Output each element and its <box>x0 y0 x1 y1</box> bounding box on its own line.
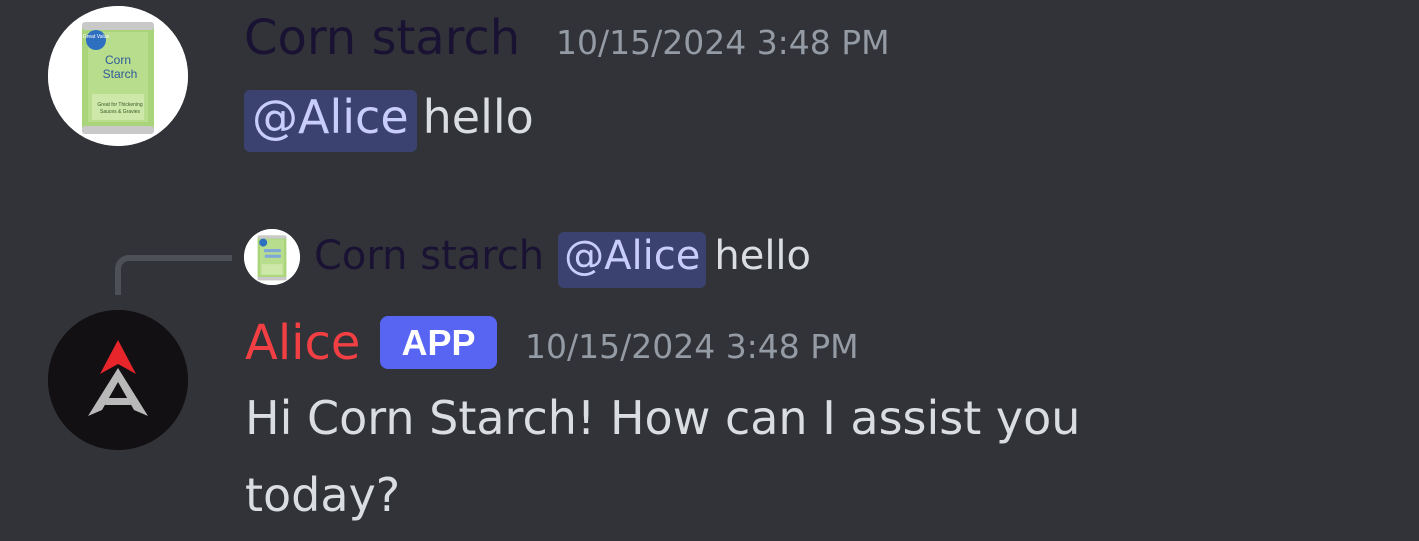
reply-message-text[interactable]: hello <box>714 233 811 279</box>
product-name-line1: Corn <box>105 53 131 67</box>
product-tagline-line1: Great for Thickening <box>97 102 142 108</box>
message-text: Hi Corn Starch! How can I assist you tod… <box>245 391 1081 522</box>
product-name-line2: Starch <box>103 67 138 81</box>
reply-user-mention[interactable]: @Alice <box>558 232 707 288</box>
message-author-corn-starch[interactable]: Corn starch <box>244 14 520 62</box>
message-author-alice[interactable]: Alice <box>245 319 360 367</box>
chat-messages: Great Value Corn Starch Great for Thicke… <box>0 0 1419 541</box>
message-timestamp[interactable]: 10/15/2024 3:48 PM <box>525 330 859 363</box>
message-content: @Alice hello <box>244 90 534 152</box>
message-text: hello <box>422 90 534 144</box>
product-tagline-line2: Sauces & Gravies <box>100 109 141 115</box>
alice-a-logo-icon <box>48 310 188 450</box>
reply-preview[interactable]: Corn starch @Alice hello <box>314 232 811 288</box>
app-badge: APP <box>380 316 497 369</box>
corn-starch-can-icon <box>244 229 300 285</box>
message-timestamp[interactable]: 10/15/2024 3:48 PM <box>556 26 890 59</box>
user-mention[interactable]: @Alice <box>244 90 417 152</box>
reply-author-avatar[interactable] <box>244 229 300 285</box>
corn-starch-can-icon: Great Value Corn Starch Great for Thicke… <box>48 6 188 146</box>
alice-avatar[interactable] <box>48 310 188 450</box>
reply-author-name[interactable]: Corn starch <box>314 233 544 279</box>
reply-connector-line <box>115 255 232 295</box>
corn-starch-avatar[interactable]: Great Value Corn Starch Great for Thicke… <box>48 6 188 146</box>
brand-label: Great Value <box>83 34 110 40</box>
